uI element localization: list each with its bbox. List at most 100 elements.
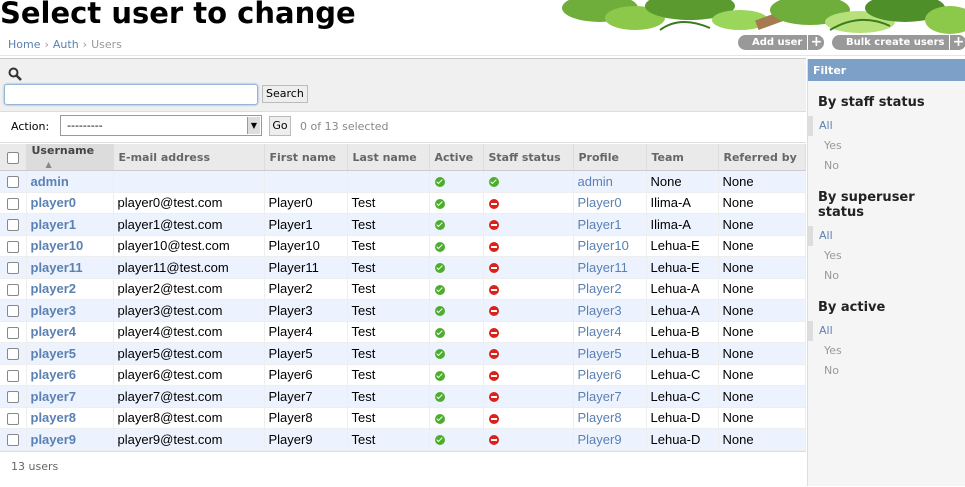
- table-row: player2 player2@test.com Player2 Test Player…: [0, 278, 806, 300]
- filter-option-no[interactable]: No: [808, 361, 965, 381]
- profile-link[interactable]: Player3: [578, 303, 622, 318]
- search-icon: [8, 67, 22, 81]
- email-cell: player7@test.com: [113, 385, 265, 408]
- search-button[interactable]: Search: [262, 85, 308, 103]
- profile-link[interactable]: Player1: [578, 217, 622, 232]
- first-name-cell: Player2: [264, 278, 348, 300]
- staff-status-cell: [483, 213, 574, 236]
- bulk-create-users-button[interactable]: Bulk create users +: [832, 35, 965, 50]
- row-checkbox[interactable]: [7, 412, 19, 425]
- last-name-cell: Test: [347, 192, 430, 214]
- breadcrumb-auth[interactable]: Auth: [53, 38, 79, 51]
- green-check-icon: [434, 263, 445, 274]
- breadcrumb-separator: ›: [82, 38, 88, 51]
- filter-option-no[interactable]: No: [808, 156, 965, 176]
- row-checkbox[interactable]: [7, 434, 19, 447]
- filter-option-yes[interactable]: Yes: [808, 136, 965, 156]
- breadcrumb-home[interactable]: Home: [8, 38, 40, 51]
- profile-cell: Player1: [573, 213, 647, 236]
- add-user-label: Add user: [752, 37, 803, 48]
- green-check-icon: [434, 392, 445, 403]
- username-link[interactable]: player3: [31, 303, 77, 318]
- action-select[interactable]: --------- ▼: [60, 115, 262, 136]
- row-checkbox[interactable]: [7, 369, 19, 382]
- filter-heading: By superuser status: [818, 190, 915, 220]
- username-link[interactable]: player10: [31, 238, 84, 253]
- column-header-last-name[interactable]: Last name: [347, 144, 430, 171]
- row-checkbox[interactable]: [7, 391, 19, 404]
- search-input[interactable]: [4, 84, 258, 105]
- active-cell: [429, 342, 484, 365]
- column-header-active[interactable]: Active: [429, 144, 484, 171]
- profile-link[interactable]: Player10: [578, 238, 629, 253]
- row-select-cell: [0, 213, 27, 236]
- last-name-cell: Test: [347, 278, 430, 300]
- filter-option-all[interactable]: All: [808, 116, 965, 136]
- add-user-button[interactable]: Add user +: [738, 35, 825, 50]
- username-link[interactable]: admin: [31, 174, 69, 189]
- username-cell: player6: [26, 364, 114, 386]
- profile-link[interactable]: Player8: [578, 410, 622, 425]
- profile-cell: Player2: [573, 278, 647, 300]
- last-name-cell: Test: [347, 364, 430, 386]
- username-link[interactable]: player11: [31, 260, 83, 275]
- filter-option-all[interactable]: All: [808, 226, 965, 246]
- row-checkbox[interactable]: [7, 240, 19, 253]
- profile-link[interactable]: Player2: [578, 281, 622, 296]
- row-checkbox[interactable]: [7, 326, 19, 339]
- green-check-icon: [434, 413, 445, 424]
- profile-cell: Player8: [573, 407, 647, 429]
- first-name-cell: Player11: [264, 256, 348, 279]
- row-checkbox[interactable]: [7, 262, 19, 275]
- profile-link[interactable]: Player6: [578, 367, 622, 382]
- column-header-staff-status[interactable]: Staff status: [483, 144, 574, 171]
- row-checkbox[interactable]: [7, 283, 19, 296]
- go-button[interactable]: Go: [269, 116, 291, 136]
- column-header-referred-by[interactable]: Referred by: [718, 144, 806, 171]
- select-all-checkbox[interactable]: [7, 151, 19, 164]
- username-link[interactable]: player5: [31, 346, 77, 361]
- table-row: player11 player11@test.com Player11 Test Pla…: [0, 256, 806, 279]
- breadcrumb-separator: ›: [44, 38, 49, 51]
- profile-link[interactable]: Player4: [578, 324, 622, 339]
- username-link[interactable]: player7: [31, 389, 77, 404]
- username-link[interactable]: player4: [31, 324, 77, 339]
- staff-status-cell: [483, 321, 574, 343]
- email-cell: player11@test.com: [113, 256, 265, 279]
- column-header-team[interactable]: Team: [646, 144, 719, 171]
- row-checkbox[interactable]: [7, 219, 19, 232]
- username-link[interactable]: player8: [31, 410, 77, 425]
- filter-option-yes[interactable]: Yes: [808, 246, 965, 266]
- last-name-cell: Test: [347, 342, 430, 365]
- first-name-cell: Player8: [264, 407, 348, 429]
- filter-option-all[interactable]: All: [808, 321, 965, 341]
- profile-link[interactable]: Player11: [578, 260, 628, 275]
- row-checkbox[interactable]: [7, 176, 19, 189]
- filter-option-no[interactable]: No: [808, 266, 965, 286]
- username-link[interactable]: player9: [31, 432, 77, 447]
- filter-option-yes[interactable]: Yes: [808, 341, 965, 361]
- username-link[interactable]: player0: [31, 195, 77, 210]
- column-header-email[interactable]: E-mail address: [113, 144, 265, 171]
- red-no-icon: [488, 327, 499, 338]
- column-header-username[interactable]: Username▲: [26, 144, 114, 171]
- table-row: player6 player6@test.com Player6 Test Player…: [0, 364, 806, 386]
- username-cell: player11: [26, 256, 114, 279]
- profile-link[interactable]: admin: [578, 174, 613, 189]
- column-header-profile[interactable]: Profile: [573, 144, 647, 171]
- profile-link[interactable]: Player0: [578, 195, 622, 210]
- profile-link[interactable]: Player5: [578, 346, 622, 361]
- column-header-first-name[interactable]: First name: [264, 144, 348, 171]
- row-checkbox[interactable]: [7, 305, 19, 318]
- username-link[interactable]: player2: [31, 281, 77, 296]
- last-name-cell: Test: [347, 299, 430, 322]
- username-link[interactable]: player1: [31, 217, 77, 232]
- row-checkbox[interactable]: [7, 348, 19, 361]
- row-checkbox[interactable]: [7, 197, 19, 210]
- profile-link[interactable]: Player9: [578, 432, 622, 447]
- paginator: 13 users: [0, 451, 806, 487]
- staff-status-cell: [483, 364, 574, 386]
- profile-link[interactable]: Player7: [578, 389, 622, 404]
- referred-by-cell: None: [718, 428, 806, 451]
- username-link[interactable]: player6: [31, 367, 77, 382]
